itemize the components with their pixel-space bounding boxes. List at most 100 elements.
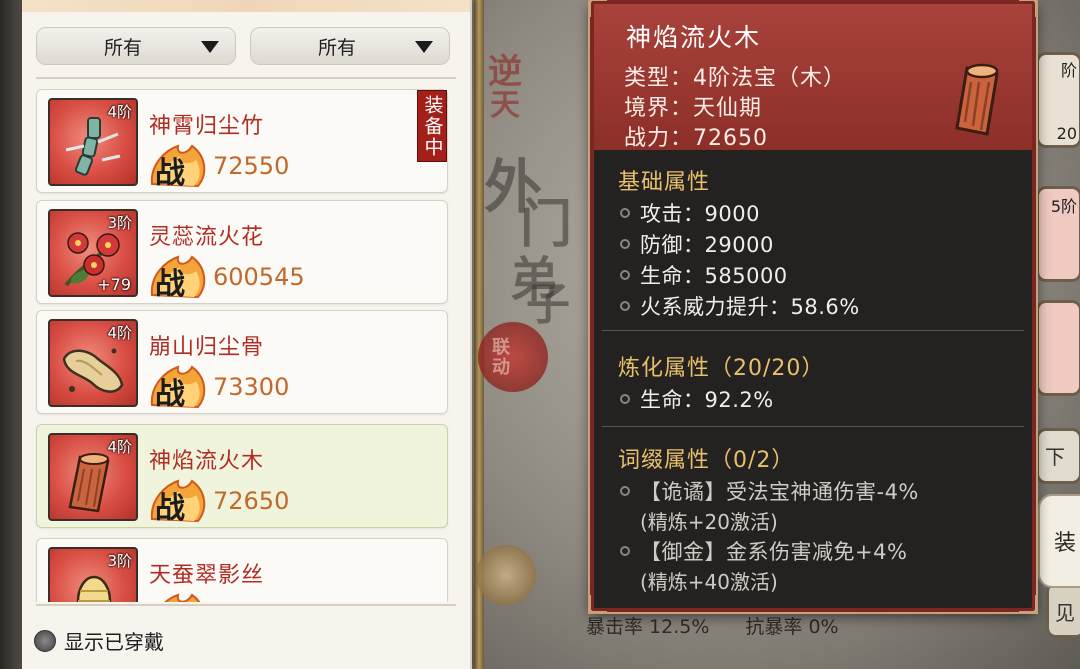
- show-worn-label: 显示已穿戴: [64, 630, 164, 654]
- item-card[interactable]: 3阶 +79 灵蕊流火花 战 600545: [36, 200, 448, 304]
- bullet-icon: [620, 301, 630, 311]
- affix-text: 【御金】金系伤害减免+4%: [640, 540, 908, 564]
- panel-top-border: [22, 0, 470, 12]
- show-worn-toggle[interactable]: 显示已穿戴: [34, 626, 164, 655]
- bone-icon: [62, 348, 124, 393]
- item-list[interactable]: 4阶 神霄归尘竹 战 72550 装备中 3阶 +79 灵蕊流火花 战 6005…: [22, 82, 470, 602]
- power-emblem: [148, 593, 208, 602]
- item-name: 灵蕊流火花: [149, 225, 265, 250]
- wood-icon: [68, 453, 110, 513]
- divider: [36, 604, 456, 606]
- base-attribute-text: 攻击：9000: [640, 202, 760, 226]
- frame-corner: [1019, 0, 1038, 17]
- item-name: 神焰流火木: [149, 449, 265, 474]
- background-badge-text: 联动: [492, 337, 510, 378]
- inventory-panel: 所有 所有 4阶 神霄归尘竹 战 72550 装备中 3阶 +79 灵蕊流火花 …: [22, 0, 472, 669]
- base-attribute: 攻击：9000: [620, 198, 760, 228]
- crit-resist-stat: 抗暴率 0%: [745, 616, 839, 638]
- affix-attribute: 【诡谲】受法宝神通伤害-4%: [620, 476, 919, 506]
- item-power: 72650: [213, 487, 290, 515]
- base-attribute: 生命：585000: [620, 260, 788, 290]
- item-refine-level: +79: [97, 275, 131, 294]
- item-thumbnail: 4阶: [48, 433, 138, 521]
- base-attribute-text: 生命：585000: [640, 264, 788, 288]
- detail-header: 神焰流火木 类型：4阶法宝（木） 境界：天仙期 战力：72650: [594, 4, 1032, 151]
- item-card-selected[interactable]: 4阶 神焰流火木 战 72650: [36, 424, 448, 528]
- filter-select-type[interactable]: 所有: [36, 27, 236, 65]
- background-right-label: 20: [1056, 124, 1077, 143]
- frame-corner: [588, 595, 607, 614]
- chevron-down-icon: [415, 41, 433, 53]
- radio-button-icon[interactable]: [34, 629, 56, 652]
- item-tier: 4阶: [107, 438, 132, 456]
- item-name: 崩山归尘骨: [149, 335, 265, 360]
- equipped-badge-text: 装备中: [421, 94, 444, 158]
- refine-attribute-text: 生命：92.2%: [640, 388, 774, 412]
- background-left-edge: [0, 0, 24, 669]
- equip-button-label: 装: [1053, 531, 1076, 556]
- item-name: 神霄归尘竹: [149, 114, 265, 139]
- item-card[interactable]: 4阶 崩山归尘骨 战 73300: [36, 310, 448, 414]
- divider: [602, 426, 1024, 427]
- background-right-label: 5阶: [1050, 197, 1077, 216]
- bullet-icon: [620, 546, 630, 556]
- affix-condition: (精炼+40激活): [640, 570, 778, 594]
- bamboo-icon: [65, 117, 121, 176]
- item-tier: 4阶: [107, 324, 132, 342]
- background-stats-row: 暴击率 12.5% 抗暴率 0%: [586, 612, 946, 642]
- wood-icon: [955, 63, 999, 136]
- filter-select-value: 所有: [317, 36, 356, 59]
- background-right-button: 见: [1046, 582, 1080, 638]
- equipped-badge: 装备中: [417, 90, 447, 162]
- divider: [602, 330, 1024, 331]
- refine-attributes-title: 炼化属性（20/20）: [618, 356, 825, 381]
- detail-title: 神焰流火木: [626, 23, 762, 52]
- filter-select-tier[interactable]: 所有: [250, 27, 450, 65]
- item-thumbnail: 4阶: [48, 98, 138, 186]
- power-emblem: 战: [148, 479, 208, 526]
- bullet-icon: [620, 208, 630, 218]
- base-attributes-title: 基础属性: [618, 170, 711, 195]
- item-tier: 3阶: [107, 214, 132, 232]
- flame-icon: [164, 593, 201, 602]
- background-right-item: [1036, 300, 1080, 396]
- detail-power: 战力：72650: [624, 126, 768, 151]
- item-tier: 3阶: [107, 552, 132, 570]
- background-ink-char: 天: [490, 88, 520, 123]
- item-power: 600545: [213, 263, 305, 291]
- detail-realm: 境界：天仙期: [624, 96, 763, 121]
- bullet-icon: [620, 270, 630, 280]
- bullet-icon: [620, 486, 630, 496]
- affix-condition: (精炼+20激活): [640, 510, 778, 534]
- bullet-icon: [620, 394, 630, 404]
- background-right-label: 下: [1045, 445, 1065, 469]
- background-ink-char: 子: [526, 279, 570, 330]
- affix-text: 【诡谲】受法宝神通伤害-4%: [640, 480, 919, 504]
- item-card[interactable]: 4阶 神霄归尘竹 战 72550 装备中: [36, 89, 448, 193]
- item-card[interactable]: 3阶 天蚕翠影丝: [36, 538, 448, 602]
- frame-corner: [588, 0, 607, 17]
- affix-attribute: 【御金】金系伤害减免+4%: [620, 536, 907, 566]
- background-right-label: 阶: [1060, 61, 1077, 80]
- refine-attribute: 生命：92.2%: [620, 384, 774, 414]
- divider: [36, 77, 456, 79]
- item-power: 72550: [213, 152, 290, 180]
- background-right-item: 阶 20: [1036, 52, 1080, 148]
- detail-type: 类型：4阶法宝（木）: [624, 66, 846, 91]
- item-tier: 4阶: [107, 103, 132, 121]
- affix-attributes-title: 词缀属性（0/2）: [618, 448, 795, 473]
- background-right-item: 5阶: [1036, 186, 1080, 282]
- power-emblem: 战: [148, 255, 208, 302]
- power-emblem: 战: [148, 365, 208, 412]
- base-attribute: 火系威力提升：58.6%: [620, 291, 860, 321]
- item-thumbnail: 4阶: [48, 319, 138, 407]
- base-attribute-text: 防御：29000: [640, 233, 774, 257]
- power-emblem: 战: [148, 144, 208, 191]
- power-glyph: 战: [155, 267, 185, 302]
- equip-button[interactable]: 装: [1038, 494, 1080, 588]
- base-attribute: 防御：29000: [620, 229, 774, 259]
- bullet-icon: [620, 239, 630, 249]
- background-round-icon: [476, 545, 536, 605]
- power-glyph: 战: [155, 156, 185, 191]
- item-power: 73300: [213, 373, 290, 401]
